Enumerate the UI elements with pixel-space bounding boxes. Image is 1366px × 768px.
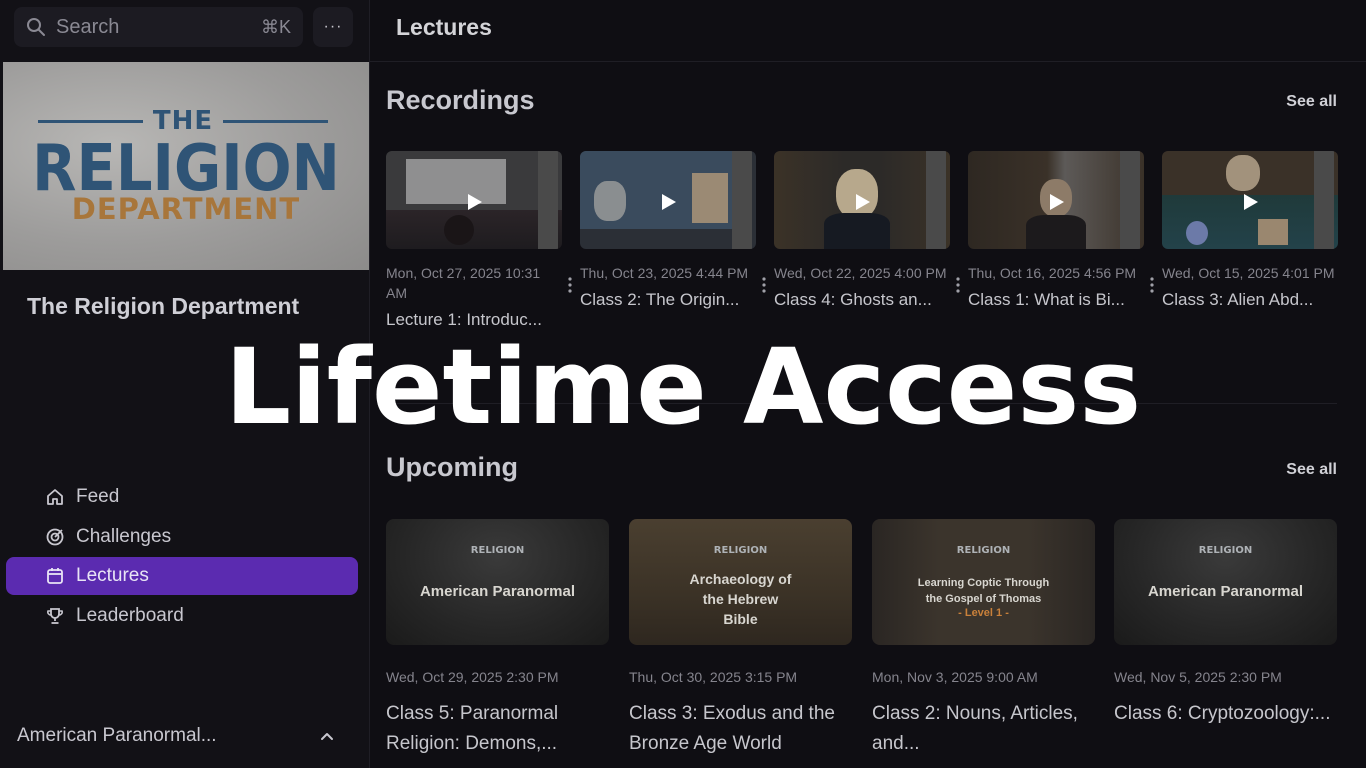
upcoming-date: Thu, Oct 30, 2025 3:15 PM <box>629 669 798 685</box>
calendar-icon <box>47 568 63 584</box>
recording-thumbnail[interactable] <box>386 151 562 249</box>
recording-date: Wed, Oct 15, 2025 4:01 PM <box>1162 265 1335 281</box>
recording-title[interactable]: Class 4: Ghosts an... <box>774 290 950 310</box>
target-icon <box>46 528 64 545</box>
recording-card[interactable]: Wed, Oct 22, 2025 4:00 PM Class 4: Ghost… <box>774 151 950 310</box>
upcoming-see-all-link[interactable]: See all <box>1286 461 1337 479</box>
recording-date: Thu, Oct 23, 2025 4:44 PM <box>580 265 749 281</box>
sidebar-item-label: Challenges <box>76 525 172 547</box>
search-placeholder: Search <box>56 15 120 38</box>
thumbnail-logo: RELIGION <box>956 545 1011 556</box>
play-icon <box>1050 194 1064 210</box>
upcoming-card[interactable]: RELIGION American Paranormal Wed, Oct 29… <box>386 519 609 759</box>
upcoming-date: Mon, Nov 3, 2025 9:00 AM <box>872 669 1038 685</box>
upcoming-title[interactable]: Class 6: Cryptozoology:... <box>1114 699 1337 729</box>
recording-thumbnail[interactable] <box>1162 151 1338 249</box>
search-icon <box>27 18 45 36</box>
upcoming-title[interactable]: Class 5: Paranormal Religion: Demons,... <box>386 699 609 759</box>
play-icon <box>468 194 482 210</box>
sidebar-nav: Feed Challenges Lectures Leaderboard <box>6 478 358 636</box>
upcoming-title[interactable]: Class 2: Nouns, Articles, and... <box>872 699 1095 759</box>
play-icon <box>856 194 870 210</box>
upcoming-thumbnail[interactable]: RELIGION Archaeology of the Hebrew Bible <box>629 519 852 645</box>
play-icon <box>662 194 676 210</box>
upcoming-card[interactable]: RELIGION American Paranormal Wed, Nov 5,… <box>1114 519 1337 729</box>
recordings-see-all-link[interactable]: See all <box>1286 93 1337 111</box>
sidebar-item-label: Feed <box>76 486 120 507</box>
thumbnail-logo: RELIGION <box>470 545 525 556</box>
sidebar-item-label: Lectures <box>76 565 149 586</box>
logo-department: DEPARTMENT <box>71 192 301 226</box>
thumbnail-course-title: Learning Coptic Through the Gospel of Th… <box>917 577 1050 605</box>
upcoming-heading: Upcoming <box>386 452 518 482</box>
lifetime-access-overlay: Lifetime Access <box>224 326 1142 448</box>
sidebar-item-label: Leaderboard <box>76 604 184 626</box>
more-options-icon[interactable] <box>761 276 767 294</box>
upcoming-thumbnail[interactable]: RELIGION American Paranormal <box>386 519 609 645</box>
more-options-button[interactable]: ··· <box>313 7 353 47</box>
recording-card[interactable]: Wed, Oct 15, 2025 4:01 PM Class 3: Alien… <box>1162 151 1338 310</box>
upcoming-card[interactable]: RELIGION Learning Coptic Through the Gos… <box>872 519 1095 759</box>
upcoming-date: Wed, Nov 5, 2025 2:30 PM <box>1114 669 1282 685</box>
home-icon <box>47 489 63 505</box>
community-logo: THE RELIGION DEPARTMENT <box>3 62 369 270</box>
page-title: Lectures <box>396 14 492 40</box>
chevron-up-icon[interactable] <box>318 728 336 746</box>
recording-card[interactable]: Thu, Oct 23, 2025 4:44 PM Class 2: The O… <box>580 151 756 310</box>
more-options-icon[interactable] <box>567 276 573 294</box>
recording-card[interactable]: Mon, Oct 27, 2025 10:31 AM Lecture 1: In… <box>386 151 562 330</box>
sidebar-topbar: Search ⌘K ··· <box>14 7 354 47</box>
thumbnail-logo: RELIGION <box>1198 545 1253 556</box>
thumbnail-course-title: Archaeology of the Hebrew Bible <box>689 571 792 627</box>
recordings-heading: Recordings <box>386 85 535 115</box>
recording-thumbnail[interactable] <box>968 151 1144 249</box>
search-input[interactable]: Search ⌘K <box>14 7 303 47</box>
sidebar-item-lectures[interactable]: Lectures <box>6 557 358 595</box>
recording-date: Wed, Oct 22, 2025 4:00 PM <box>774 265 947 281</box>
thumbnail-logo: RELIGION <box>713 545 768 556</box>
upcoming-thumbnail[interactable]: RELIGION American Paranormal <box>1114 519 1337 645</box>
recording-date: Mon, Oct 27, 2025 10:31 AM <box>386 265 541 301</box>
upcoming-date: Wed, Oct 29, 2025 2:30 PM <box>386 669 559 685</box>
search-shortcut: ⌘K <box>260 16 291 37</box>
page-header: Lectures <box>370 0 1366 62</box>
play-icon <box>1244 194 1258 210</box>
thumbnail-course-level: - Level 1 - <box>958 607 1009 619</box>
sidebar-item-challenges[interactable]: Challenges <box>6 518 358 556</box>
recording-thumbnail[interactable] <box>774 151 950 249</box>
more-options-icon[interactable] <box>955 276 961 294</box>
more-options-icon[interactable] <box>1149 276 1155 294</box>
sidebar-item-leaderboard[interactable]: Leaderboard <box>6 597 358 635</box>
upcoming-thumbnail[interactable]: RELIGION Learning Coptic Through the Gos… <box>872 519 1095 645</box>
sidebar-item-feed[interactable]: Feed <box>6 478 358 516</box>
thumbnail-course-title: American Paranormal <box>419 583 576 600</box>
recording-card[interactable]: Thu, Oct 16, 2025 4:56 PM Class 1: What … <box>968 151 1144 310</box>
recording-title[interactable]: Class 3: Alien Abd... <box>1162 290 1338 310</box>
community-name[interactable]: The Religion Department <box>27 293 299 320</box>
upcoming-title[interactable]: Class 3: Exodus and the Bronze Age World <box>629 699 852 759</box>
trophy-icon <box>47 607 63 624</box>
recording-thumbnail[interactable] <box>580 151 756 249</box>
thumbnail-course-title: American Paranormal <box>1147 583 1304 600</box>
recording-title[interactable]: Class 2: The Origin... <box>580 290 756 310</box>
recording-date: Thu, Oct 16, 2025 4:56 PM <box>968 265 1137 281</box>
recording-title[interactable]: Class 1: What is Bi... <box>968 290 1144 310</box>
upcoming-card[interactable]: RELIGION Archaeology of the Hebrew Bible… <box>629 519 852 759</box>
sidebar-section-title[interactable]: American Paranormal... <box>17 725 217 747</box>
